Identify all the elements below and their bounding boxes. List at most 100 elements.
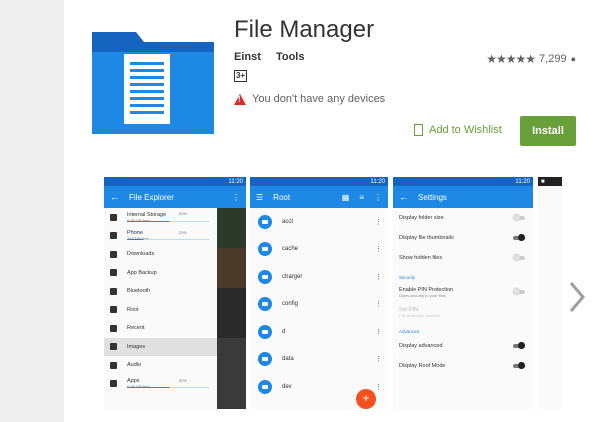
drawer-item[interactable]: Images: [104, 337, 217, 356]
settings-list: Display folder size Display file thumbnai…: [393, 208, 533, 376]
star-rating-icon: ★★★★★: [486, 52, 536, 66]
toggle-switch[interactable]: [513, 234, 525, 241]
folder-icon: [258, 379, 272, 394]
developer-link[interactable]: Einst: [234, 51, 261, 63]
screen-title: Root: [273, 192, 291, 202]
toggle-switch[interactable]: [513, 254, 525, 261]
folder-row[interactable]: data ⋮: [250, 346, 388, 374]
drawer-item[interactable]: Recent: [104, 319, 217, 338]
download-icon: [110, 250, 117, 258]
settings-section-header: Security: [399, 275, 416, 280]
toggle-switch[interactable]: [513, 214, 525, 221]
drawer-item-label: Downloads: [127, 251, 155, 258]
drawer-item[interactable]: Root: [104, 301, 217, 320]
toggle-switch[interactable]: [513, 362, 525, 369]
settings-row-label: Show hidden files: [399, 255, 443, 261]
screenshot-partial[interactable]: ■: [538, 177, 562, 409]
settings-row[interactable]: Display file thumbnails: [393, 228, 533, 248]
drawer-item-percent: 20%: [178, 229, 187, 235]
install-button[interactable]: Install: [520, 116, 576, 146]
app-title: File Manager: [234, 16, 375, 43]
drawer-item[interactable]: Internal Storage6.39 GB free52%: [104, 208, 217, 227]
hash-icon: [110, 306, 117, 314]
filter-icon: ≡: [359, 192, 364, 202]
menu-icon: ☰: [256, 192, 264, 202]
drawer-item[interactable]: App Backup: [104, 264, 217, 283]
settings-row-text: Set PIN PIN protection disabled: [399, 307, 440, 318]
drawer-item-percent: 52%: [178, 377, 187, 383]
status-bar: 11:20: [104, 177, 246, 186]
settings-row[interactable]: Display advanced: [393, 336, 533, 356]
drawer-item[interactable]: Downloads: [104, 245, 217, 264]
folder-name: cache: [282, 246, 299, 253]
age-rating-badge: 3+: [234, 70, 247, 82]
drawer-item-text: Bluetooth: [127, 288, 150, 294]
drawer-item-text: Recent: [127, 325, 144, 331]
drawer-item-label: Internal Storage: [127, 211, 167, 218]
rating-count: 7,299: [539, 53, 567, 65]
apps-icon: [110, 380, 117, 388]
more-icon[interactable]: ⋮: [375, 300, 382, 308]
add-to-wishlist-button[interactable]: Add to Wishlist: [414, 124, 502, 136]
folder-row[interactable]: charger ⋮: [250, 263, 388, 291]
screen-title: File Explorer: [129, 192, 174, 202]
bluetooth-icon: [110, 287, 117, 295]
add-fab-button[interactable]: +: [356, 389, 376, 409]
folder-icon: [258, 324, 272, 339]
folder-app-icon: [92, 32, 214, 134]
settings-row-text: Display folder size: [399, 215, 444, 221]
settings-section-header: Advanced: [399, 329, 420, 334]
drawer-item[interactable]: Bluetooth: [104, 282, 217, 301]
settings-row[interactable]: Set PIN PIN protection disabled: [393, 302, 533, 322]
folder-row[interactable]: cache ⋮: [250, 236, 388, 264]
category-link[interactable]: Tools: [276, 51, 305, 63]
folder-row[interactable]: config ⋮: [250, 291, 388, 319]
more-icon[interactable]: ⋮: [375, 273, 382, 281]
bookmark-icon: [414, 124, 423, 136]
phone-icon: [110, 232, 117, 240]
settings-row[interactable]: Display folder size: [393, 208, 533, 228]
headphones-icon: [110, 361, 117, 369]
drawer-item-label: Audio: [127, 362, 142, 369]
screenshot-file-explorer[interactable]: 11:20 ← File Explorer ⋮ Internal Storage…: [104, 177, 246, 409]
status-bar: 11:20: [250, 177, 388, 186]
drawer-item[interactable]: Apps6.39 GB free52%: [104, 375, 217, 394]
settings-row-label: Display file thumbnails: [399, 235, 454, 241]
settings-row-label: Display advanced: [399, 343, 443, 349]
drawer-item[interactable]: Phone394 MB free20%: [104, 227, 217, 246]
drawer-item-text: App Backup: [127, 270, 157, 276]
more-icon[interactable]: ⋮: [375, 355, 382, 363]
more-icon[interactable]: ⋮: [375, 218, 382, 226]
folder-icon: [258, 297, 272, 312]
drawer-item-label: App Backup: [127, 269, 157, 276]
toggle-switch[interactable]: [513, 342, 525, 349]
warning-text: You don't have any devices: [252, 93, 386, 105]
app-bar: ☰ Root ▦ ≡ ⋮: [250, 186, 388, 208]
more-icon[interactable]: ⋮: [375, 328, 382, 336]
screenshot-root[interactable]: 11:20 ☰ Root ▦ ≡ ⋮ acct ⋮ cache ⋮ charger ⋮ co…: [250, 177, 388, 409]
more-icon[interactable]: ⋮: [375, 245, 382, 253]
wishlist-label: Add to Wishlist: [429, 124, 502, 136]
drawer-item-label: Recent: [127, 325, 145, 332]
settings-row-label: Enable PIN Protection: [399, 286, 454, 293]
drawer-item-label: Bluetooth: [127, 288, 151, 295]
drawer-item-label: Images: [127, 343, 146, 350]
settings-row-label: Display Root Mode: [399, 363, 446, 369]
navigation-drawer: Internal Storage6.39 GB free52%Phone394 …: [104, 208, 217, 409]
drawer-item[interactable]: Audio: [104, 356, 217, 375]
image-icon: [110, 343, 117, 351]
chevron-right-icon[interactable]: [565, 277, 589, 317]
settings-row[interactable]: Display Root Mode: [393, 356, 533, 376]
settings-row[interactable]: Show hidden files: [393, 248, 533, 268]
more-icon: ⋮: [374, 192, 382, 202]
screenshot-settings[interactable]: 11:20 ← Settings Display folder size Disp…: [393, 177, 533, 409]
drawer-item-label: Root: [127, 306, 139, 313]
settings-row[interactable]: Enable PIN Protection Gives security to y…: [393, 282, 533, 302]
toggle-switch[interactable]: [513, 288, 525, 295]
folder-row[interactable]: d ⋮: [250, 318, 388, 346]
storage-progress-bar: [127, 220, 209, 222]
more-icon[interactable]: ⋮: [375, 383, 382, 391]
folder-row[interactable]: acct ⋮: [250, 208, 388, 236]
folder-icon: [258, 352, 272, 367]
storage-icon: [110, 213, 117, 221]
